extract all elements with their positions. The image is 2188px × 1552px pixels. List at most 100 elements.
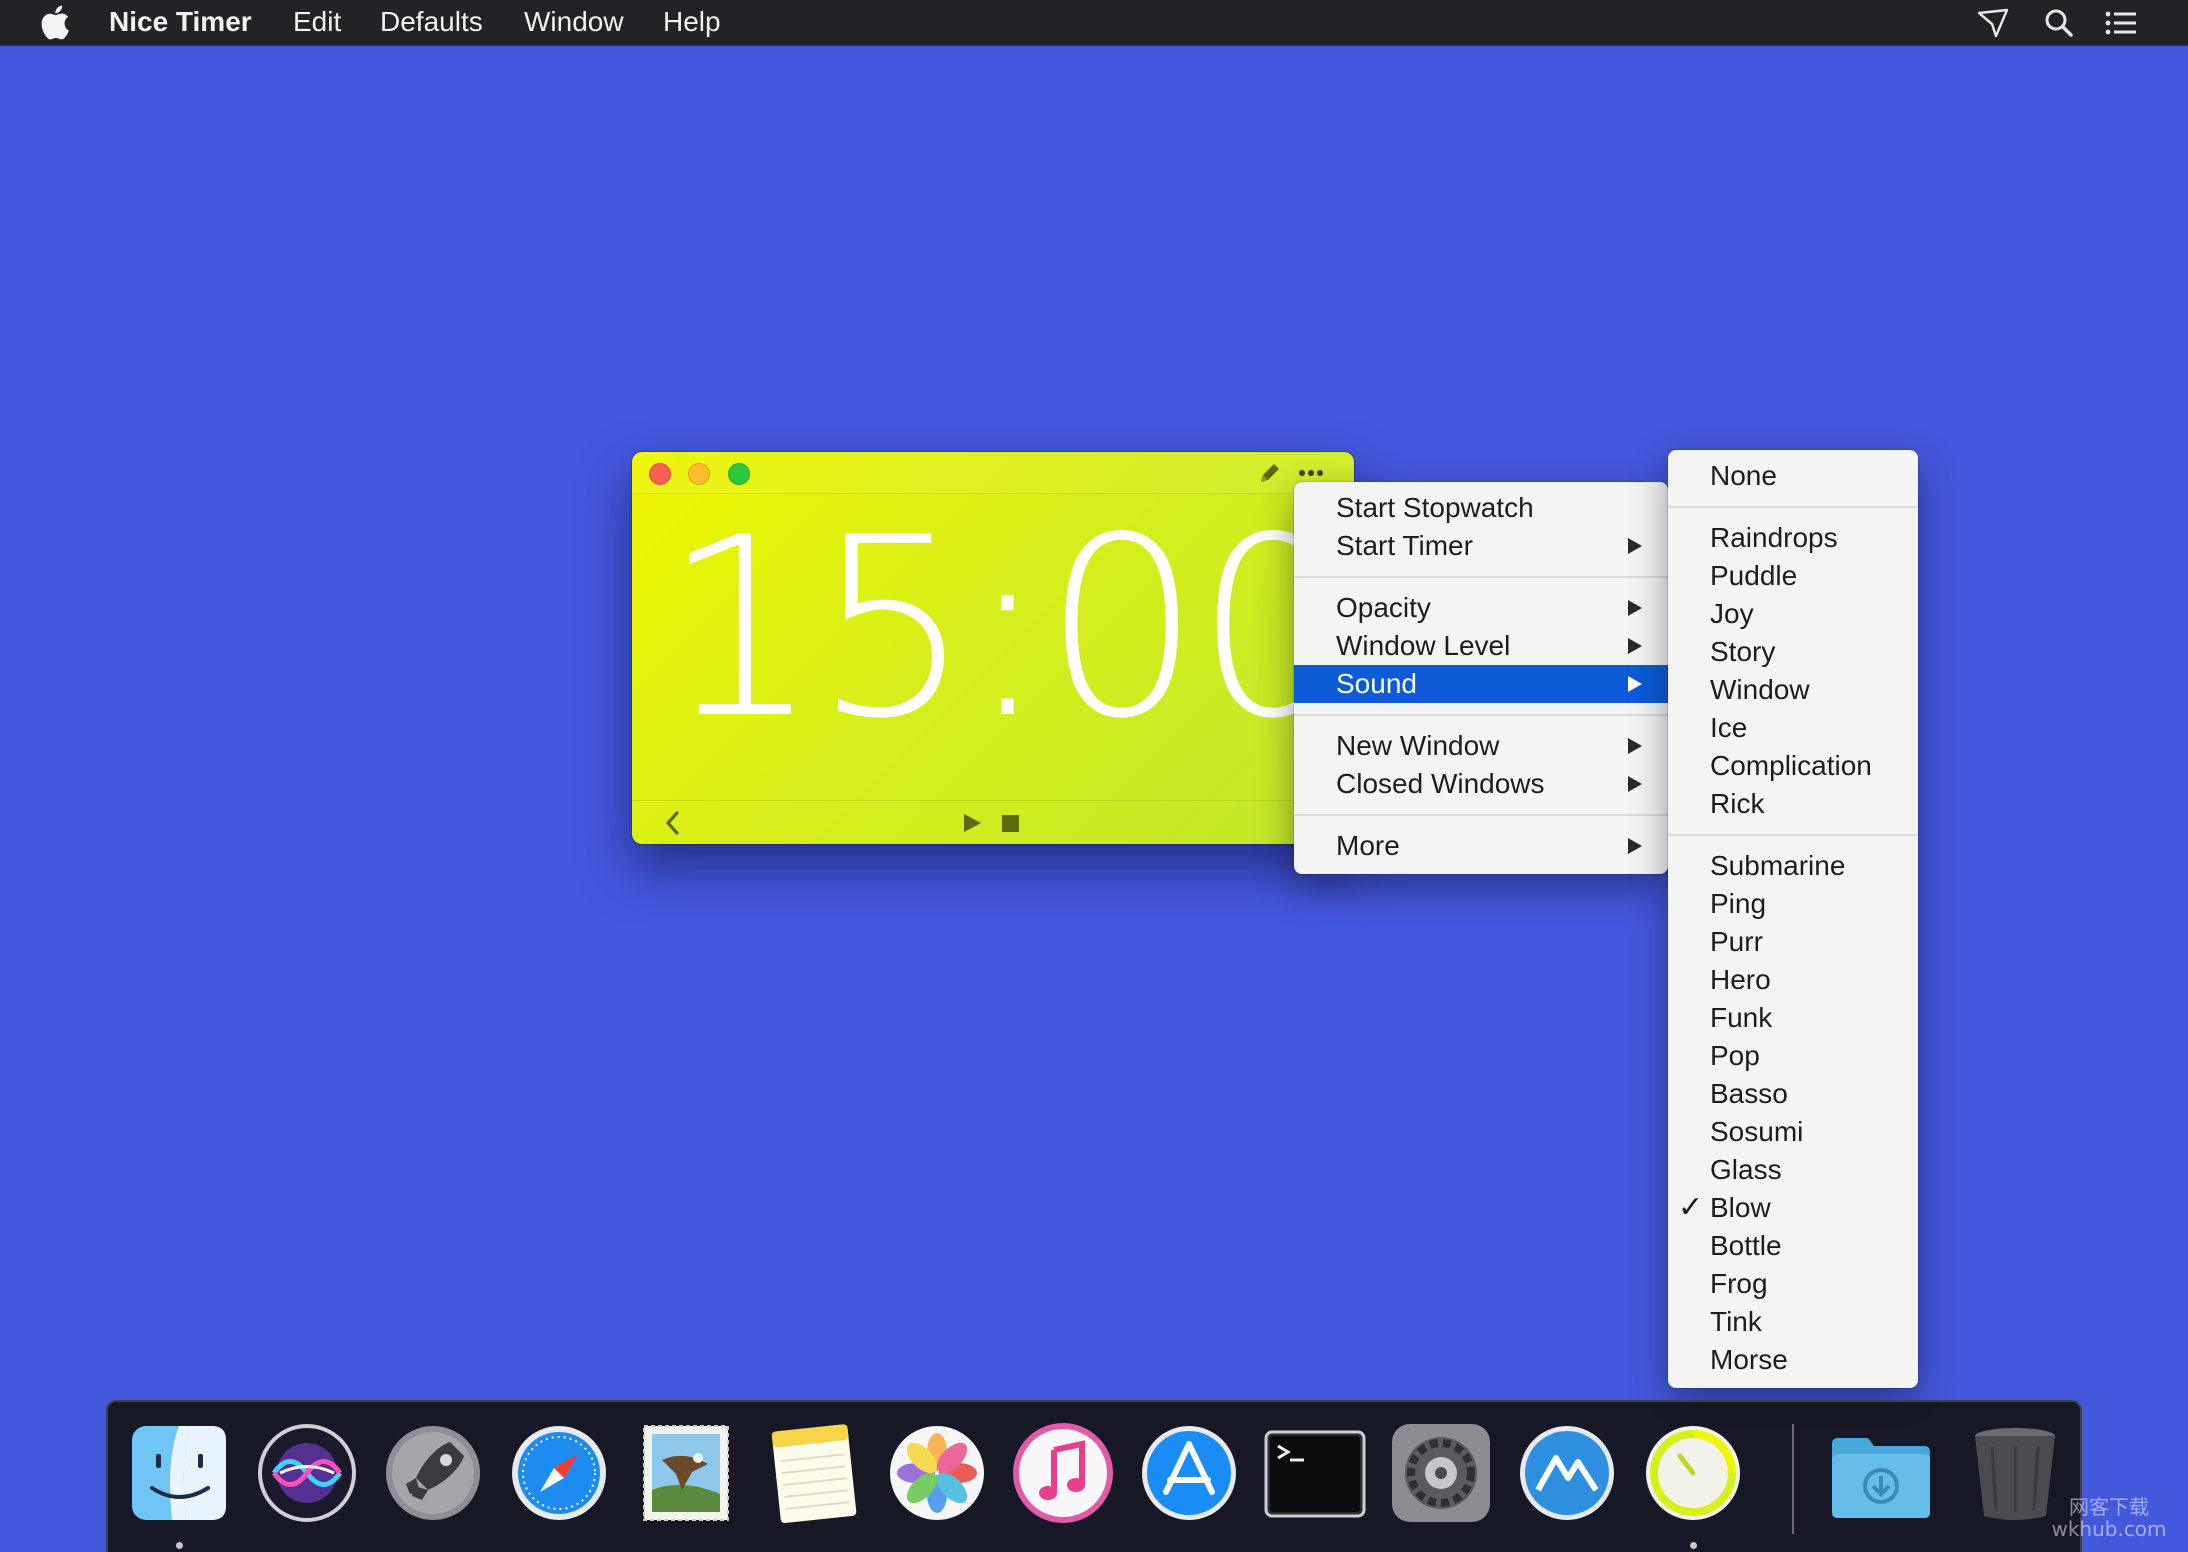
sound-item-label: Funk: [1710, 1002, 1773, 1033]
menu-item-opacity[interactable]: Opacity: [1294, 589, 1668, 627]
siri-icon[interactable]: [254, 1420, 360, 1526]
close-button[interactable]: [649, 463, 671, 485]
menu-item-label: Sound: [1336, 668, 1417, 699]
menu-separator: [1294, 714, 1668, 716]
sound-item-label: Submarine: [1710, 850, 1846, 881]
sound-item-label: Frog: [1710, 1268, 1768, 1299]
menu-window[interactable]: Window: [524, 5, 624, 39]
submenu-arrow-icon: [1628, 738, 1642, 754]
sound-item-blow[interactable]: ✓ Blow: [1668, 1189, 1918, 1227]
menu-separator: [1294, 576, 1668, 578]
sound-item-label: Ice: [1710, 712, 1748, 743]
sound-item-basso[interactable]: Basso: [1668, 1075, 1918, 1113]
sound-item-puddle[interactable]: Puddle: [1668, 557, 1918, 595]
menu-item-label: Window Level: [1336, 630, 1511, 661]
instruments-icon[interactable]: [1514, 1420, 1620, 1526]
nice-timer-icon[interactable]: [1640, 1420, 1746, 1526]
sound-item-label: Ping: [1710, 888, 1767, 919]
notes-icon[interactable]: [758, 1420, 864, 1526]
timer-context-menu: Start Stopwatch Start Timer Opacity Wind…: [1294, 482, 1668, 874]
app-store-icon[interactable]: [1136, 1420, 1242, 1526]
sound-item-purr[interactable]: Purr: [1668, 923, 1918, 961]
sound-item-submarine[interactable]: Submarine: [1668, 847, 1918, 885]
menu-separator: [1668, 834, 1918, 836]
menu-item-new-window[interactable]: New Window: [1294, 727, 1668, 765]
sound-item-label: Blow: [1710, 1192, 1771, 1223]
sound-item-window[interactable]: Window: [1668, 671, 1918, 709]
sound-item-glass[interactable]: Glass: [1668, 1151, 1918, 1189]
sound-item-morse[interactable]: Morse: [1668, 1341, 1918, 1379]
mail-icon[interactable]: [632, 1420, 738, 1526]
sound-item-label: Purr: [1710, 926, 1763, 957]
watermark-line: wkhub.com: [2051, 1517, 2167, 1541]
menu-defaults[interactable]: Defaults: [380, 5, 483, 39]
apple-icon[interactable]: [40, 3, 70, 41]
safari-icon[interactable]: [506, 1420, 612, 1526]
sound-item-raindrops[interactable]: Raindrops: [1668, 519, 1918, 557]
itunes-icon[interactable]: [1010, 1420, 1116, 1526]
menu-item-start-stopwatch[interactable]: Start Stopwatch: [1294, 489, 1668, 527]
submenu-arrow-icon: [1628, 776, 1642, 792]
play-icon[interactable]: [960, 809, 984, 837]
submenu-arrow-icon: [1628, 538, 1642, 554]
search-icon[interactable]: [2042, 7, 2076, 39]
minimize-button[interactable]: [688, 463, 710, 485]
sound-item-label: Puddle: [1710, 560, 1798, 591]
sound-item-frog[interactable]: Frog: [1668, 1265, 1918, 1303]
menu-item-more[interactable]: More: [1294, 827, 1668, 865]
submenu-arrow-icon: [1628, 676, 1642, 692]
menu-app-name[interactable]: Nice Timer: [109, 5, 252, 39]
menu-item-label: New Window: [1336, 730, 1500, 761]
running-indicator: [176, 1542, 183, 1549]
menu-item-window-level[interactable]: Window Level: [1294, 627, 1668, 665]
stop-icon[interactable]: [999, 809, 1023, 837]
paper-plane-icon[interactable]: [1976, 7, 2010, 39]
sound-item-funk[interactable]: Funk: [1668, 999, 1918, 1037]
pencil-icon[interactable]: [1257, 460, 1283, 486]
sound-item-tink[interactable]: Tink: [1668, 1303, 1918, 1341]
sound-item-label: Sosumi: [1710, 1116, 1804, 1147]
photos-icon[interactable]: [884, 1420, 990, 1526]
sound-item-pop[interactable]: Pop: [1668, 1037, 1918, 1075]
timer-controls: [632, 800, 1354, 844]
sound-item-bottle[interactable]: Bottle: [1668, 1227, 1918, 1265]
sound-item-label: Hero: [1710, 964, 1771, 995]
menu-item-sound[interactable]: Sound: [1294, 665, 1668, 703]
sound-item-joy[interactable]: Joy: [1668, 595, 1918, 633]
sound-item-complication[interactable]: Complication: [1668, 747, 1918, 785]
sound-item-label: Story: [1710, 636, 1776, 667]
list-icon[interactable]: [2104, 7, 2138, 39]
terminal-icon[interactable]: [1262, 1420, 1368, 1526]
back-chevron-icon[interactable]: [662, 809, 684, 837]
sound-item-rick[interactable]: Rick: [1668, 785, 1918, 823]
submenu-arrow-icon: [1628, 638, 1642, 654]
system-preferences-icon[interactable]: [1388, 1420, 1494, 1526]
finder-icon[interactable]: [126, 1420, 232, 1526]
checkmark-icon: ✓: [1678, 1191, 1704, 1224]
zoom-button[interactable]: [728, 463, 750, 485]
sound-item-label: Complication: [1710, 750, 1872, 781]
sound-item-ping[interactable]: Ping: [1668, 885, 1918, 923]
sound-item-label: Bottle: [1710, 1230, 1782, 1261]
sound-item-hero[interactable]: Hero: [1668, 961, 1918, 999]
menu-help[interactable]: Help: [663, 5, 721, 39]
timer-display: 15:00: [662, 485, 1353, 773]
menu-item-label: More: [1336, 830, 1400, 861]
timer-window[interactable]: 15:00: [632, 452, 1354, 844]
menu-item-label: Opacity: [1336, 592, 1431, 623]
menu-item-label: Start Stopwatch: [1336, 492, 1534, 523]
dock-divider: [1792, 1424, 1794, 1534]
sound-item-story[interactable]: Story: [1668, 633, 1918, 671]
menu-separator: [1668, 506, 1918, 508]
menu-edit[interactable]: Edit: [293, 5, 341, 39]
sound-item-none[interactable]: None: [1668, 457, 1918, 495]
launchpad-icon[interactable]: [380, 1420, 486, 1526]
watermark-line: 网客下载: [2069, 1495, 2149, 1519]
sound-submenu: None Raindrops Puddle Joy Story Window Ice Comp…: [1668, 450, 1918, 1388]
menu-item-start-timer[interactable]: Start Timer: [1294, 527, 1668, 565]
downloads-folder-icon[interactable]: [1828, 1420, 1934, 1526]
sound-item-sosumi[interactable]: Sosumi: [1668, 1113, 1918, 1151]
sound-item-label: Glass: [1710, 1154, 1782, 1185]
sound-item-ice[interactable]: Ice: [1668, 709, 1918, 747]
menu-item-closed-windows[interactable]: Closed Windows: [1294, 765, 1668, 803]
